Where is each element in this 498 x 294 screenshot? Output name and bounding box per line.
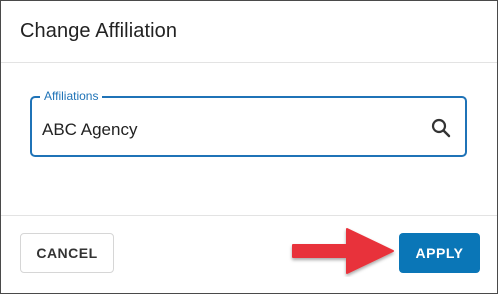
change-affiliation-dialog: Change Affiliation Affiliations ABC Agen… (0, 0, 498, 294)
apply-button[interactable]: APPLY (399, 233, 480, 273)
affiliations-field[interactable]: Affiliations ABC Agency (30, 88, 467, 157)
annotation-arrow-icon (292, 228, 394, 274)
affiliations-field-label: Affiliations (40, 88, 103, 104)
dialog-header: Change Affiliation (1, 1, 497, 62)
dialog-title: Change Affiliation (20, 20, 178, 42)
affiliations-field-value[interactable]: ABC Agency (42, 120, 137, 140)
header-divider (1, 62, 497, 63)
cancel-button[interactable]: CANCEL (20, 233, 114, 273)
footer-divider (1, 215, 497, 216)
search-icon[interactable] (429, 116, 453, 140)
